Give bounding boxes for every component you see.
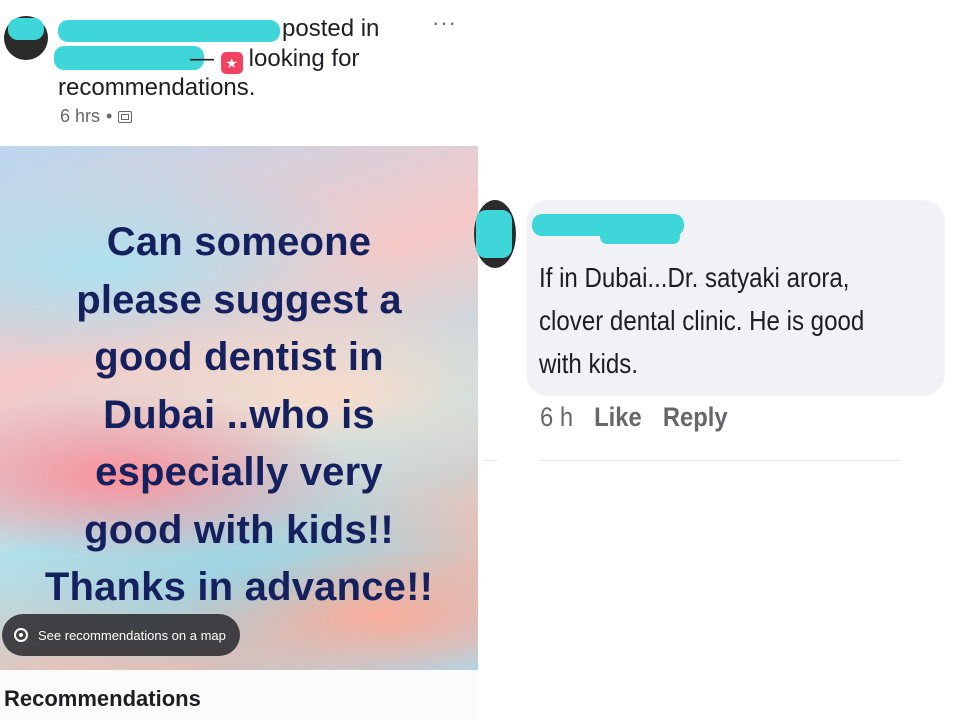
header-line-2: — ★ looking for	[190, 44, 359, 74]
divider	[540, 460, 900, 461]
posted-in-text: posted in	[282, 15, 380, 42]
banner-line: good dentist in	[94, 335, 384, 379]
recommendations-title: Recommendations	[4, 686, 201, 711]
banner-line: Dubai ..who is	[103, 392, 375, 437]
divider	[484, 460, 498, 461]
redaction-mark	[476, 210, 512, 258]
post-meta: 6 hrs •	[60, 106, 133, 127]
banner-line: especially very	[95, 450, 383, 494]
comment-timestamp[interactable]: 6 h	[540, 402, 573, 433]
reply-button[interactable]: Reply	[663, 402, 728, 433]
post-card: posted in — ★ looking for recommendations…	[0, 0, 478, 720]
comment-actions: 6 h Like Reply	[540, 402, 728, 433]
meta-separator: •	[106, 106, 113, 126]
banner-line: Thanks in advance!!	[44, 565, 434, 609]
post-timestamp[interactable]: 6 hrs	[60, 106, 100, 127]
see-map-button[interactable]: See recommendations on a map	[2, 614, 240, 656]
banner-line: good with kids!!	[84, 507, 394, 552]
map-chip-label: See recommendations on a map	[38, 627, 226, 643]
like-button[interactable]: Like	[594, 402, 642, 433]
author-name-redacted[interactable]	[58, 20, 280, 42]
redaction-mark	[8, 18, 44, 40]
group-icon	[118, 110, 133, 123]
group-name-redacted[interactable]	[54, 46, 204, 70]
comment-line: clover dental clinic. He is good	[539, 305, 865, 336]
star-badge-icon: ★	[220, 52, 243, 74]
post-banner: Can someone please suggest a good dentis…	[0, 146, 478, 670]
comment-line: with kids.	[539, 348, 639, 379]
comment-line: If in Dubai...Dr. satyaki arora,	[539, 262, 850, 293]
looking-for-text: looking for	[248, 45, 360, 72]
banner-text: Can someone please suggest a good dentis…	[0, 214, 478, 617]
location-pin-icon	[14, 628, 28, 642]
banner-line: Can someone	[106, 220, 372, 264]
recommendations-text: recommendations.	[58, 74, 256, 101]
dash: —	[190, 45, 221, 72]
banner-line: please suggest a	[76, 277, 402, 322]
redaction-mark	[600, 230, 680, 244]
more-options-icon[interactable]: ···	[432, 10, 457, 36]
comment-text: If in Dubai...Dr. satyaki arora, clover …	[539, 256, 930, 385]
